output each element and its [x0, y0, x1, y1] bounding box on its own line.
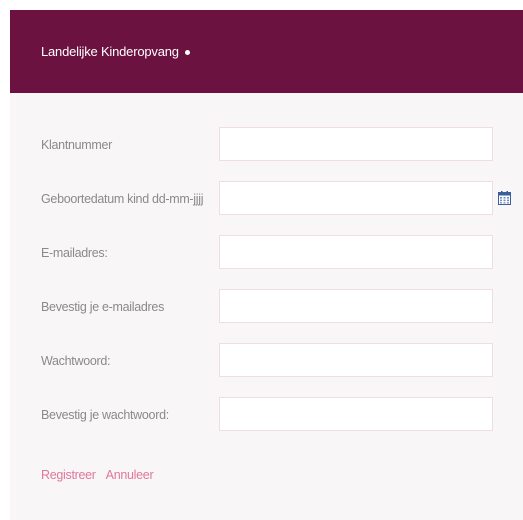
register-link[interactable]: Registreer: [41, 468, 96, 486]
form-row-confirm-password: Bevestig je wachtwoord:: [10, 397, 523, 433]
password-label: Wachtwoord:: [41, 354, 111, 368]
form-row-confirm-email: Bevestig je e-mailadres: [10, 289, 523, 325]
email-label: E-mailadres:: [41, 246, 108, 260]
cancel-link[interactable]: Annuleer: [106, 468, 154, 486]
confirm-password-input[interactable]: [219, 397, 493, 431]
form-row-birthdate: Geboortedatum kind dd-mm-jjjj: [10, 181, 523, 217]
email-input[interactable]: [219, 235, 493, 269]
registration-card: Landelijke Kinderopvang Klantnummer Gebo…: [10, 10, 523, 520]
confirm-password-label: Bevestig je wachtwoord:: [41, 408, 169, 422]
customer-number-label: Klantnummer: [41, 138, 113, 152]
header: Landelijke Kinderopvang: [10, 10, 523, 93]
form-row-customer-number: Klantnummer: [10, 127, 523, 163]
brand-dot-icon: [184, 50, 190, 55]
confirm-email-input[interactable]: [219, 289, 493, 323]
brand-name: Landelijke Kinderopvang: [41, 44, 179, 59]
confirm-email-label: Bevestig je e-mailadres: [41, 300, 165, 314]
birthdate-input[interactable]: [219, 181, 493, 215]
form-actions: Registreer Annuleer: [41, 468, 154, 486]
birthdate-label: Geboortedatum kind dd-mm-jjjj: [41, 192, 204, 206]
brand[interactable]: Landelijke Kinderopvang: [41, 44, 190, 59]
password-input[interactable]: [219, 343, 493, 377]
form-row-password: Wachtwoord:: [10, 343, 523, 379]
form-row-email: E-mailadres:: [10, 235, 523, 271]
calendar-icon[interactable]: [498, 191, 511, 205]
customer-number-input[interactable]: [219, 127, 493, 161]
